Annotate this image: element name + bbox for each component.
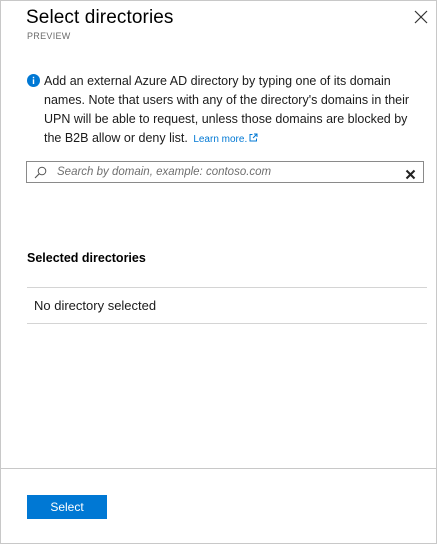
footer-divider [1,468,436,469]
select-directories-panel: Select directories PREVIEW Add an extern… [0,0,437,544]
panel-subtitle: PREVIEW [27,31,71,41]
learn-more-link[interactable]: Learn more. [193,133,258,145]
search-icon [34,166,47,179]
domain-search-box[interactable] [26,161,424,183]
clear-search-button[interactable] [405,167,416,180]
clear-icon [405,169,416,180]
learn-more-label: Learn more. [193,134,248,145]
divider [27,323,427,324]
divider [27,287,427,288]
info-text-block: Add an external Azure AD directory by ty… [44,72,422,149]
close-icon [414,10,428,24]
close-button[interactable] [412,8,430,26]
info-message: Add an external Azure AD directory by ty… [27,72,422,149]
empty-state-text: No directory selected [34,298,157,313]
external-link-icon [249,133,258,142]
info-icon [27,74,40,87]
selected-directories-heading: Selected directories [27,251,146,265]
select-button[interactable]: Select [27,495,107,519]
domain-search-input[interactable] [57,163,387,181]
panel-title: Select directories [26,7,174,28]
